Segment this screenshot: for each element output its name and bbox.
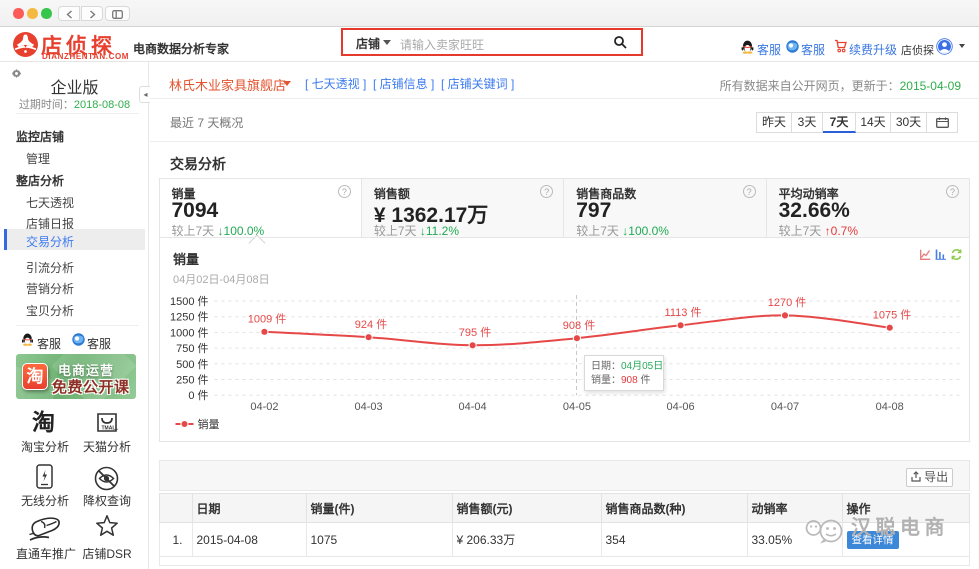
svg-text:销量: 销量 [197, 417, 219, 431]
svg-text:0 件: 0 件 [188, 389, 208, 402]
svg-text:1075 件: 1075 件 [872, 309, 911, 322]
svg-text:04-03: 04-03 [354, 401, 382, 413]
svg-text:500 件: 500 件 [176, 358, 208, 371]
svg-text:1000 件: 1000 件 [169, 326, 208, 339]
svg-text:908 件: 908 件 [562, 319, 594, 332]
svg-text:924 件: 924 件 [354, 318, 386, 331]
svg-text:04-05: 04-05 [562, 401, 590, 413]
svg-text:04-06: 04-06 [666, 401, 694, 413]
svg-text:1113 件: 1113 件 [664, 306, 701, 319]
svg-text:04-02: 04-02 [250, 401, 278, 413]
svg-text:250 件: 250 件 [176, 374, 208, 387]
svg-text:750 件: 750 件 [176, 342, 208, 355]
svg-text:1270 件: 1270 件 [767, 296, 806, 309]
svg-text:04-04: 04-04 [458, 401, 486, 413]
svg-text:795 件: 795 件 [458, 326, 490, 339]
svg-text:1500 件: 1500 件 [169, 295, 208, 308]
svg-text:1009 件: 1009 件 [247, 313, 286, 326]
svg-text:04-07: 04-07 [770, 401, 798, 413]
svg-text:TMALL: TMALL [102, 426, 119, 432]
svg-text:04-08: 04-08 [875, 401, 903, 413]
svg-text:1250 件: 1250 件 [169, 311, 208, 324]
